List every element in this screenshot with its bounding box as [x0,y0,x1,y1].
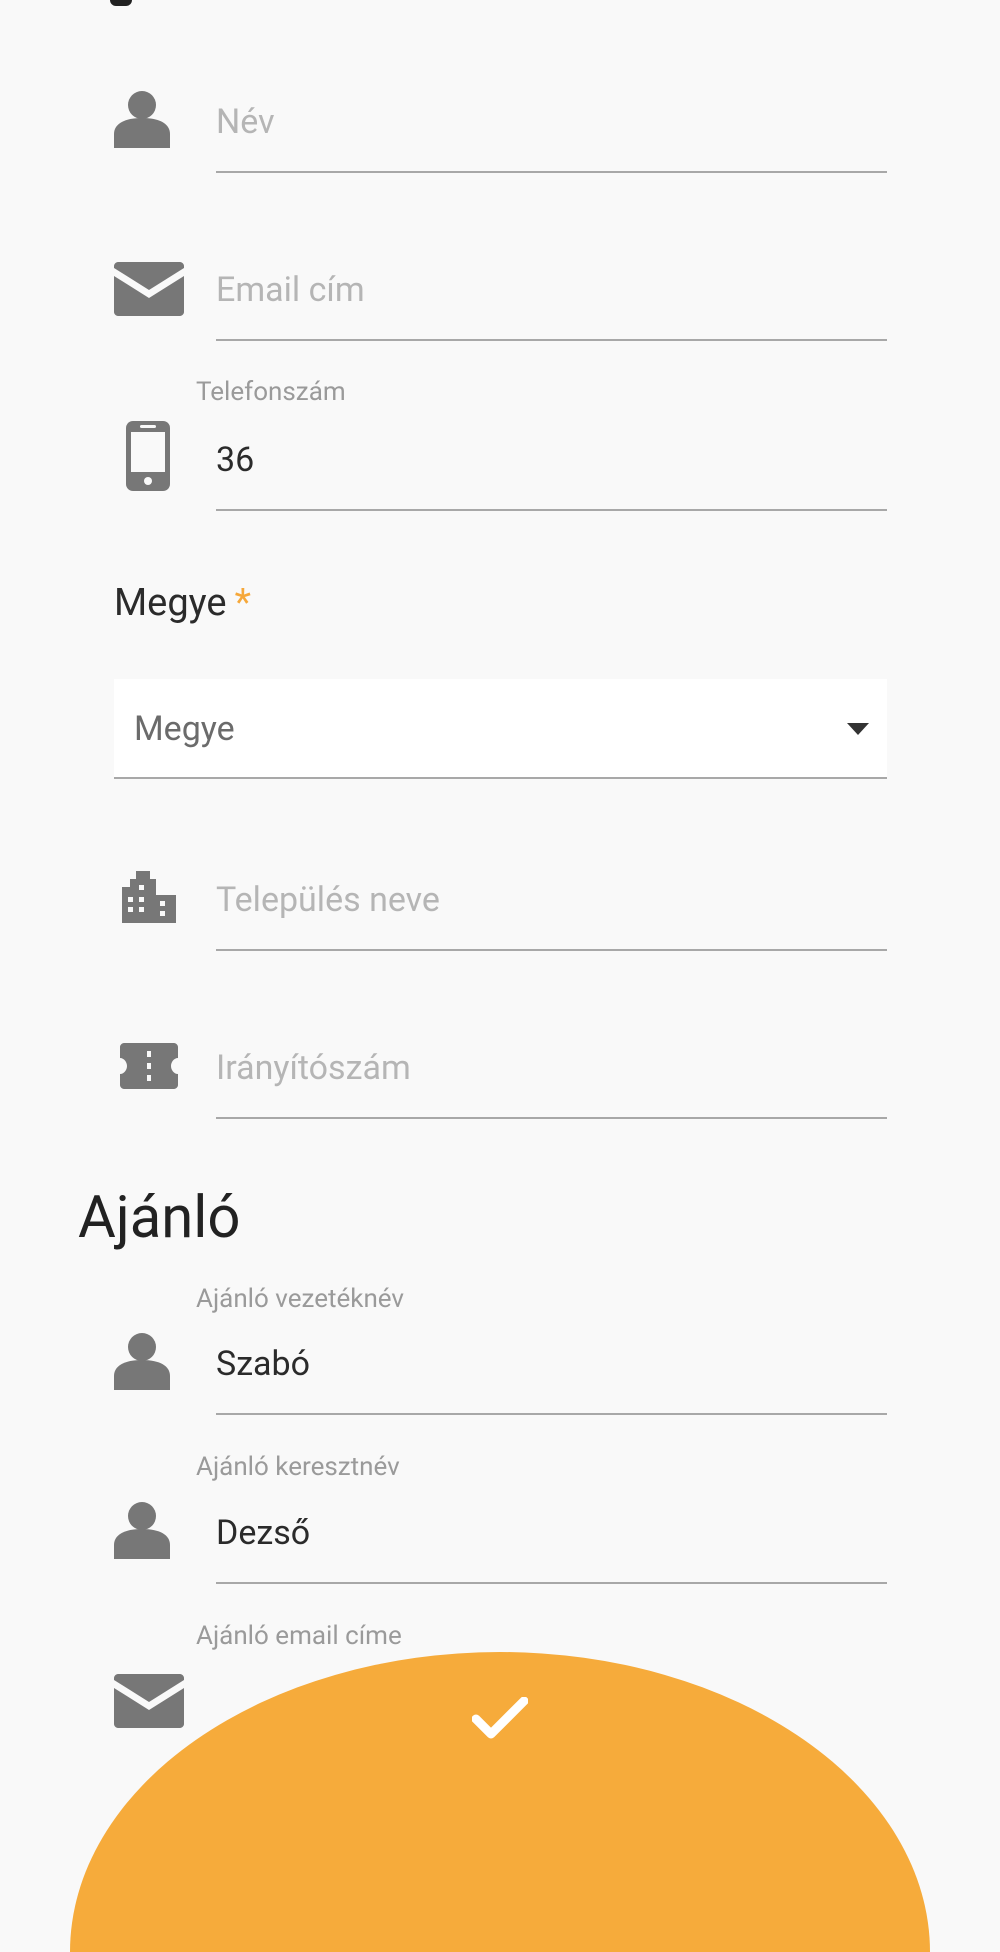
smartphone-icon [126,421,170,491]
phone-input-underline [216,509,887,511]
person-icon [114,1333,170,1390]
person-icon [114,91,170,148]
dropdown-arrow-icon [847,723,869,735]
city-input-underline [216,949,887,951]
referrer-section-title: Ajánló [78,1184,241,1252]
city-input[interactable]: Település neve [216,880,440,920]
name-input-underline [216,171,887,173]
required-asterisk: * [234,581,251,625]
referrer-last-name-input[interactable]: Szabó [216,1344,310,1384]
name-input[interactable]: Név [216,102,275,142]
envelope-icon [114,1674,184,1728]
cropped-heading-fragment [110,0,132,6]
zip-input[interactable]: Irányítószám [216,1048,411,1088]
email-input[interactable]: Email cím [216,270,365,310]
phone-field-label: Telefonszám [196,377,346,407]
ticket-icon [120,1043,178,1089]
zip-input-underline [216,1117,887,1119]
county-label-text: Megye [114,581,227,625]
phone-input[interactable]: 36 [216,440,254,480]
referrer-last-name-underline [216,1413,887,1415]
referrer-last-name-label: Ajánló vezetéknév [196,1284,405,1314]
check-icon [472,1697,528,1739]
county-select[interactable]: Megye [114,679,887,779]
referrer-first-name-label: Ajánló keresztnév [196,1452,400,1482]
person-icon [114,1502,170,1559]
county-label: Megye * [114,581,251,625]
referrer-email-label: Ajánló email címe [196,1621,402,1651]
email-input-underline [216,339,887,341]
referrer-first-name-underline [216,1582,887,1584]
city-buildings-icon [122,871,176,923]
referrer-first-name-input[interactable]: Dezső [216,1513,310,1553]
envelope-icon [114,262,184,316]
county-select-value: Megye [134,709,235,749]
